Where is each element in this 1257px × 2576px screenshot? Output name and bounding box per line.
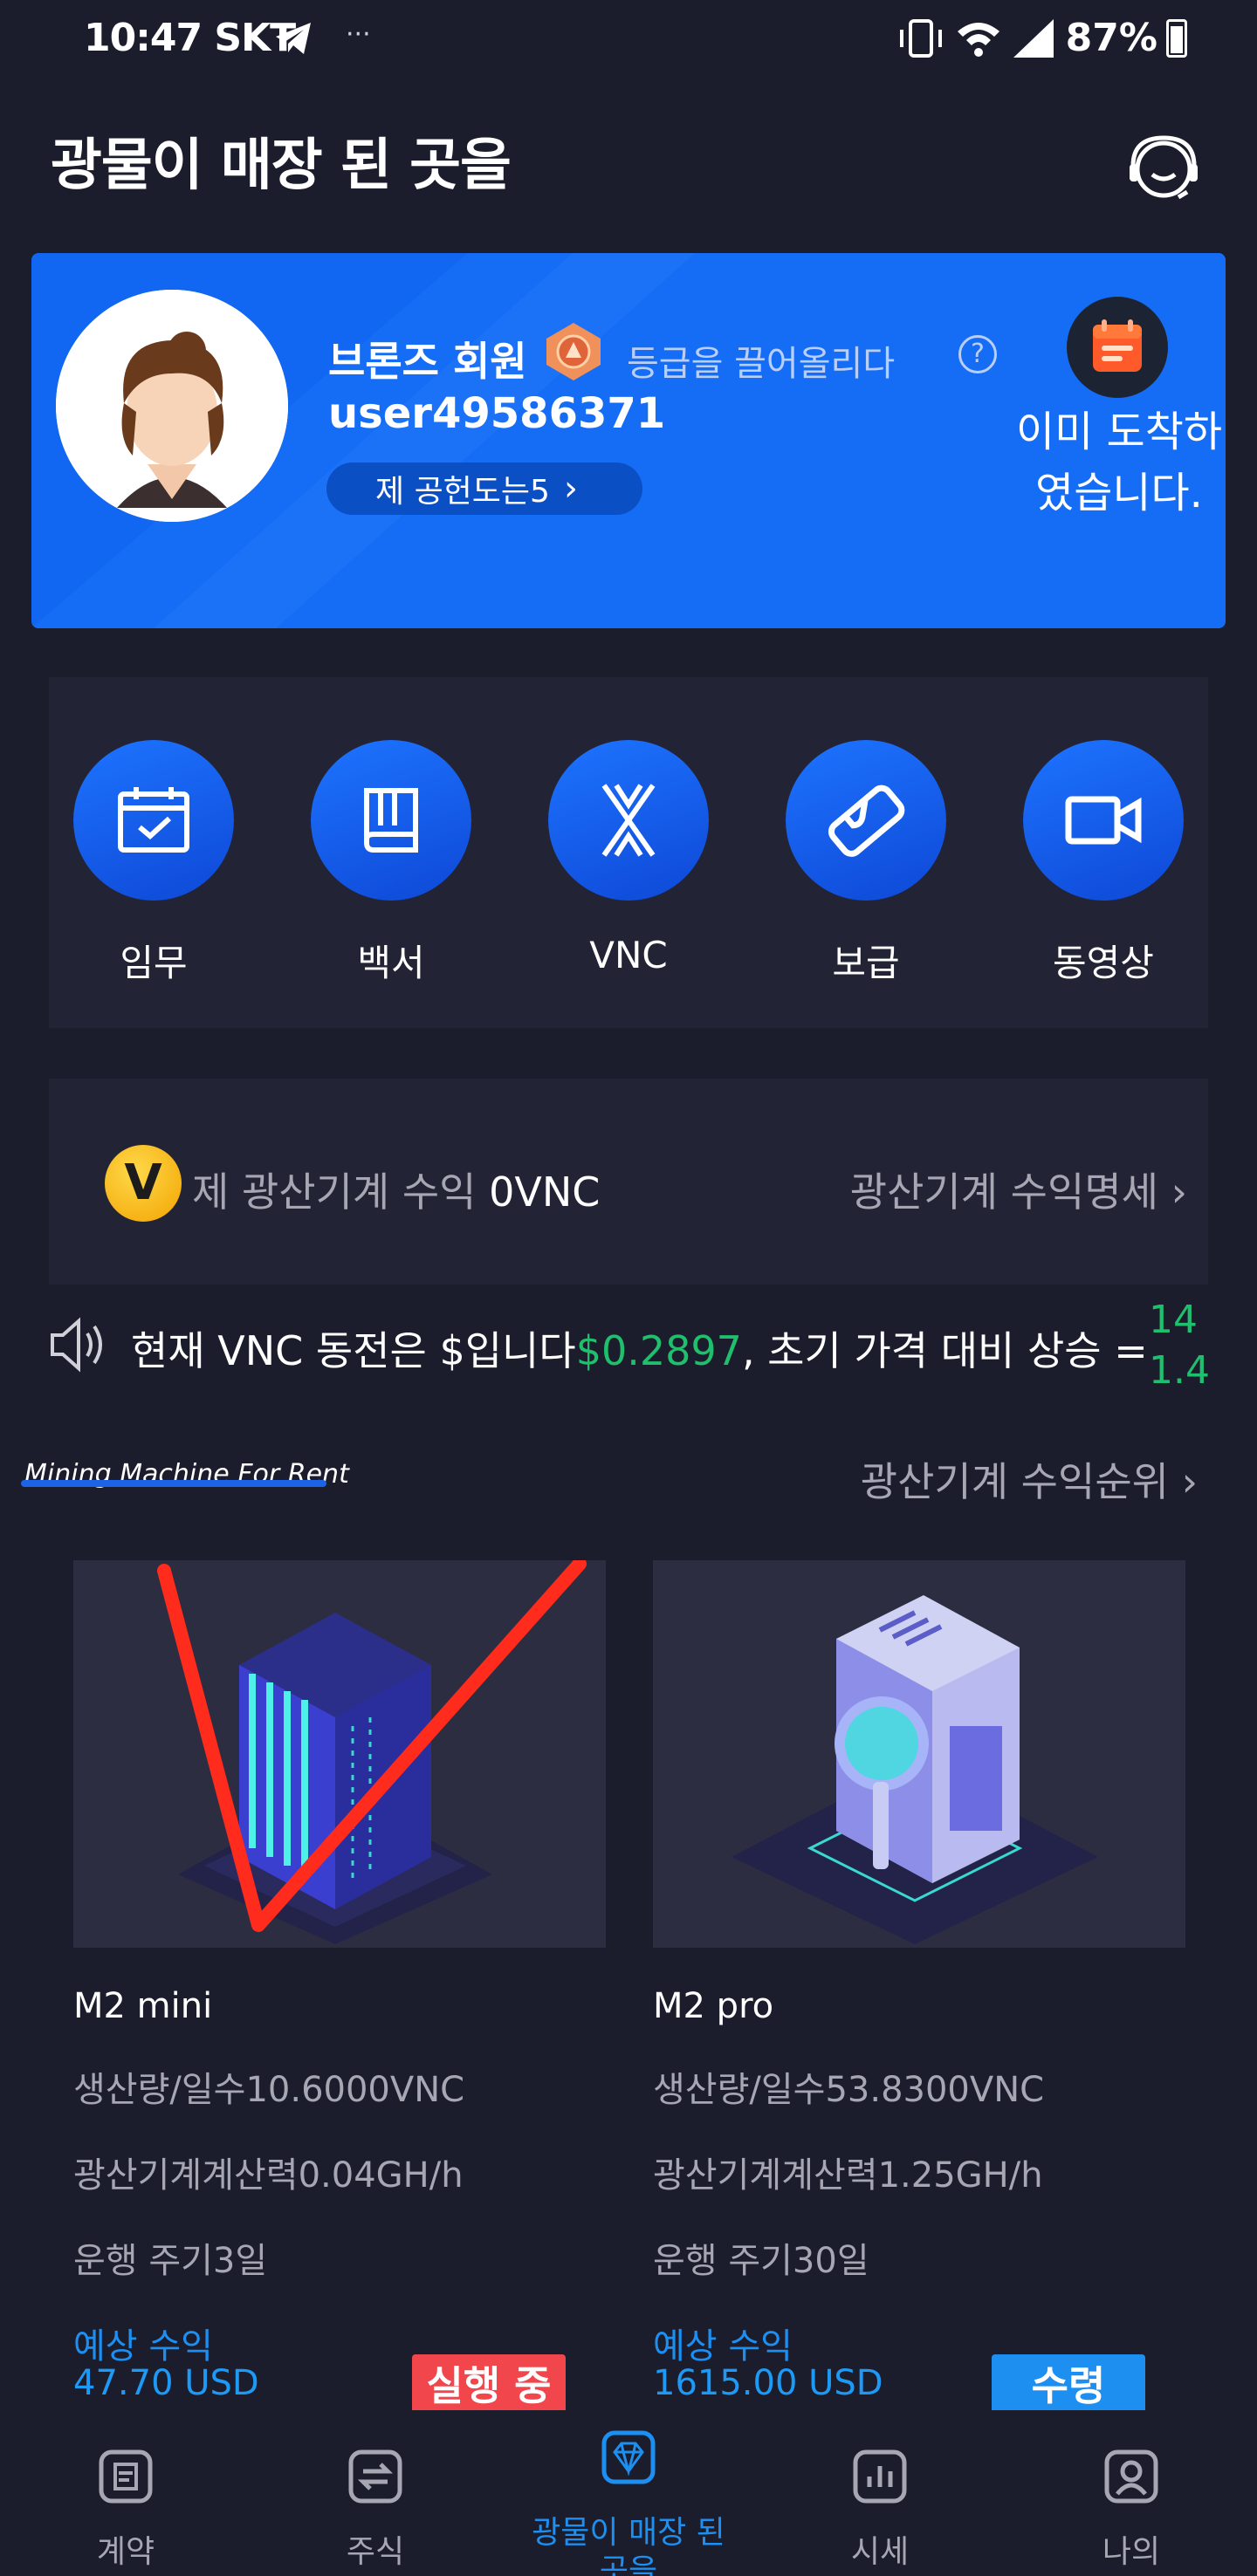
menu-item-vnc[interactable]: VNC [548,740,709,976]
nav-label: 주식 [346,2534,405,2570]
menu-item-whitepaper[interactable]: 백서 [311,740,471,987]
telegram-icon [276,23,311,54]
book-icon [311,740,471,901]
exchange-icon [348,2449,402,2504]
battery-percent: 87% [1065,16,1157,60]
handshake-icon [786,740,946,901]
chevron-right-icon: › [1181,1458,1198,1505]
status-more-dots: ··· [346,19,371,50]
speaker-icon [51,1317,102,1373]
price-ticker: 현재 VNC 동전은 $입니다$0.2897, 초기 가격 대비 상승 = [131,1319,1144,1377]
nav-label: 계약 [96,2534,155,2570]
headset-support-icon[interactable] [1126,131,1201,206]
chevron-right-icon: › [563,469,578,509]
status-right: 87% [896,16,1187,60]
vibrate-icon [899,18,942,58]
checkin-status[interactable]: 이미 도착하였습니다. [1006,401,1226,524]
ranking-link[interactable]: 광산기계 수익순위 › [861,1450,1198,1508]
member-grade: 브론즈 회원 [328,338,527,385]
username: user49586371 [328,389,666,438]
vnc-coin-icon: V [105,1145,182,1222]
ticker-suffix: , 초기 가격 대비 상승 = [741,1327,1144,1374]
nav-contract[interactable]: 계약 [38,2445,213,2572]
menu-item-supply[interactable]: 보급 [786,740,946,987]
running-status-button[interactable]: 실행 중 [412,2354,566,2417]
status-time: 10:47 SKT [84,16,296,60]
earnings-value: 0VNC [489,1168,601,1216]
product-image [653,1560,1185,1948]
feature-menu: 임무 백서 VNC 보급 동영상 [49,677,1208,1028]
earnings-detail-label: 광산기계 수익명세 [849,1168,1158,1216]
product-cycle: 운행 주기3일 [73,2241,268,2281]
nav-stock[interactable]: 주식 [288,2445,463,2572]
ticker-prefix: 현재 VNC 동전은 $입니다 [131,1327,576,1374]
member-card: 브론즈 회원 등급을 끌어올리다 ? user49586371 제 공헌도는5 … [31,253,1226,628]
nav-market[interactable]: 시세 [793,2445,967,2572]
ticker-overflow: 14 1.4 [1149,1295,1210,1400]
product-hashrate: 광산기계계산력1.25GH/h [653,2155,1043,2196]
status-bar: 10:47 SKT ··· 87% [0,0,1257,79]
ranking-link-label: 광산기계 수익순위 [860,1458,1169,1505]
earnings-detail-link[interactable]: 광산기계 수익명세 › [850,1161,1187,1218]
nav-label: 시세 [850,2534,910,2570]
earnings-label: 제 광산기계 수익 [192,1168,477,1216]
chart-icon [853,2449,907,2504]
bronze-badge-icon [546,323,601,380]
nav-label: 광물이 매장 된 곳을 [532,2515,725,2576]
product-price: 1615.00 USD [653,2363,883,2403]
earnings-row: V 제 광산기계 수익 0VNC 광산기계 수익명세 › [49,1079,1208,1285]
menu-item-video[interactable]: 동영상 [1023,740,1184,987]
product-name: M2 mini [73,1986,213,2026]
signal-icon [1013,18,1054,58]
chevron-right-icon: › [1171,1168,1187,1216]
calendar-icon [73,740,234,901]
product-card-m2-mini[interactable]: M2 mini 생산량/일수10.6000VNC 광산기계계산력0.04GH/h… [73,1560,606,2417]
mining-server-illustration [157,1560,587,1944]
product-image [73,1560,606,1948]
battery-icon [1166,18,1187,58]
product-output: 생산량/일수53.8300VNC [653,2070,1045,2110]
mining-server-illustration [732,1595,1098,1944]
upgrade-grade-link[interactable]: 등급을 끌어올리다 [627,335,895,386]
avatar-illustration [56,290,288,522]
nav-label: 나의 [1102,2534,1161,2570]
earnings-summary: 제 광산기계 수익 0VNC [192,1161,600,1218]
video-icon [1023,740,1184,901]
menu-label: VNC [589,934,668,976]
ticker-price: $0.2897 [575,1327,742,1374]
checkin-icon[interactable] [1067,297,1168,398]
menu-label: 보급 [832,942,900,984]
product-name: M2 pro [653,1986,774,2026]
claim-button[interactable]: 수령 [992,2354,1145,2417]
ticker-side-line: 14 [1149,1298,1198,1342]
menu-label: 동영상 [1053,942,1154,984]
help-icon[interactable]: ? [958,335,997,373]
product-hashrate: 광산기계계산력0.04GH/h [73,2155,464,2196]
page-title: 광물이 매장 된 곳을 [51,134,512,198]
menu-item-task[interactable]: 임무 [73,740,234,987]
ticker-side-line: 1.4 [1149,1348,1210,1393]
bottom-nav: 계약 주식 광물이 매장 된 곳을 시세 나의 [0,2410,1257,2576]
nav-my[interactable]: 나의 [1044,2445,1219,2572]
diamond-icon [601,2430,656,2484]
contribution-label: 제 공헌도는5 [375,474,550,510]
product-output: 생산량/일수10.6000VNC [73,2070,465,2110]
contract-icon [99,2449,153,2504]
wifi-icon [957,22,999,57]
product-card-m2-pro[interactable]: M2 pro 생산량/일수53.8300VNC 광산기계계산력1.25GH/h … [653,1560,1185,2417]
menu-label: 임무 [120,942,188,984]
avatar[interactable] [56,290,288,522]
vnc-logo-icon [548,740,709,901]
nav-mining[interactable]: 광물이 매장 된 곳을 [524,2426,733,2576]
profile-icon [1104,2449,1158,2504]
section-underline [21,1480,326,1487]
contribution-button[interactable]: 제 공헌도는5 › [326,462,642,515]
product-price: 47.70 USD [73,2363,259,2403]
menu-label: 백서 [357,942,425,984]
product-cycle: 운행 주기30일 [653,2241,869,2281]
